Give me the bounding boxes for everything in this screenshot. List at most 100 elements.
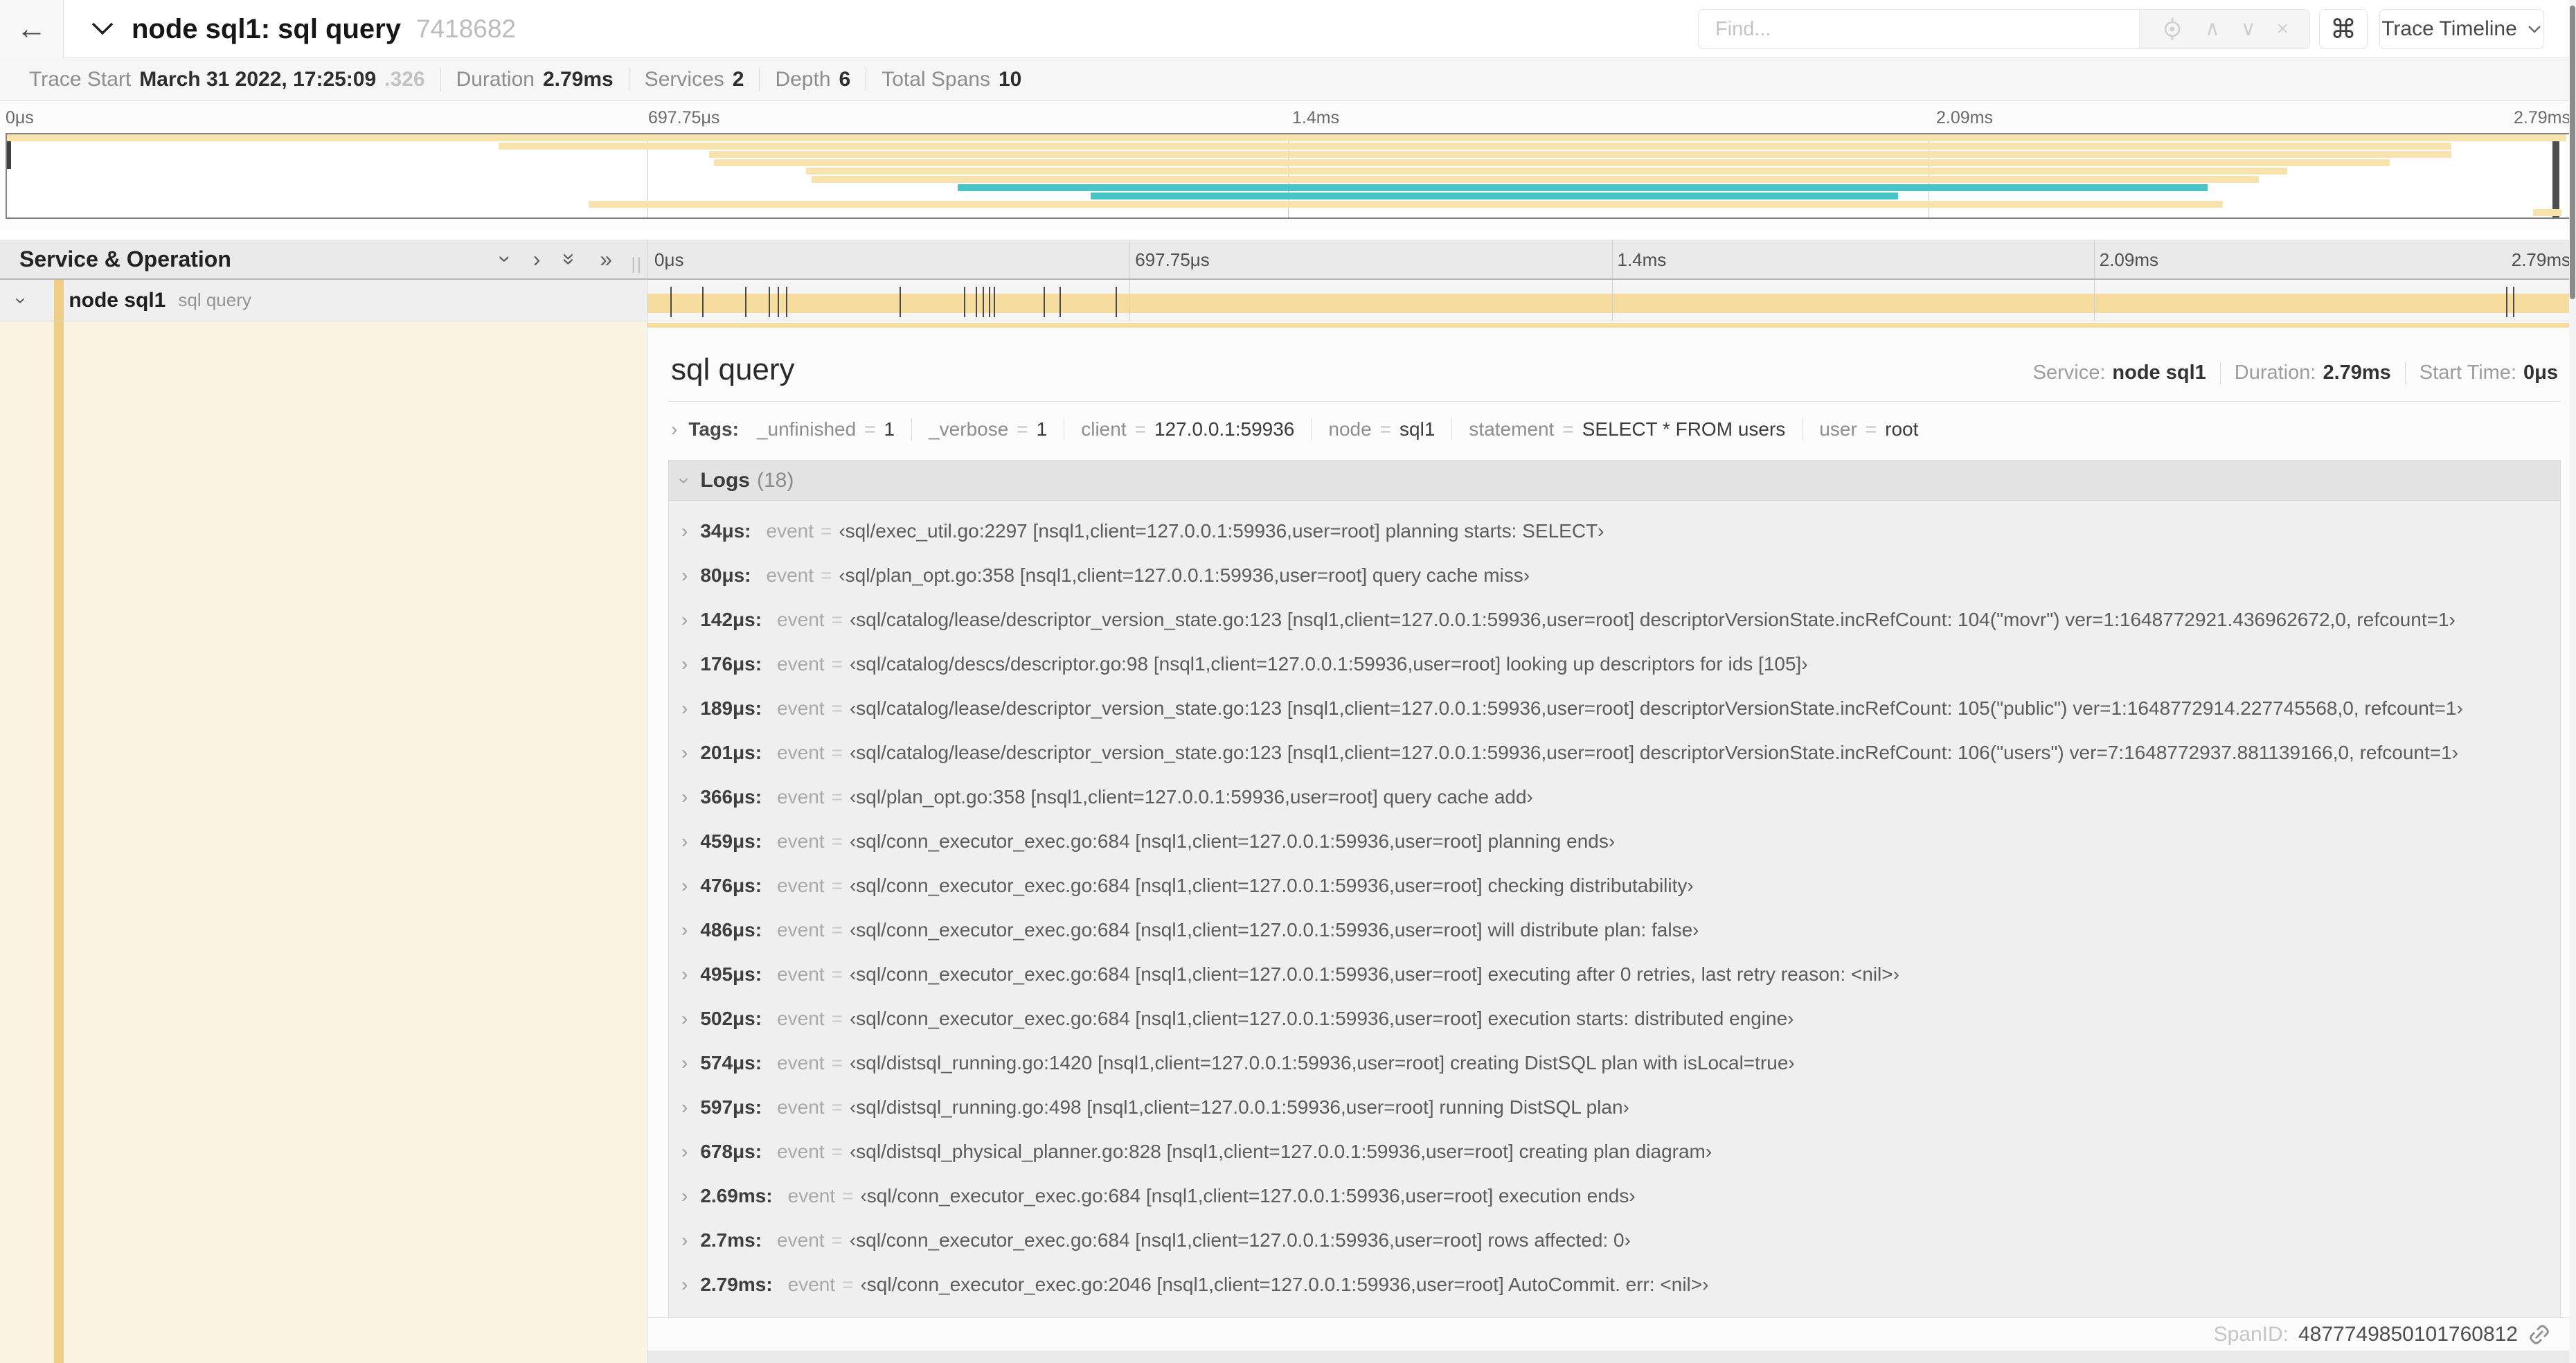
log-row[interactable]: › 2.7ms: event = ‹sql/conn_executor_exec.go:… (669, 1218, 2560, 1263)
log-row[interactable]: › 574μs: event = ‹sql/distsql_running.go:142… (669, 1041, 2560, 1085)
log-marker-tick[interactable] (989, 287, 991, 317)
expand-one-icon[interactable]: › (533, 248, 541, 270)
log-row[interactable]: › 176μs: event = ‹sql/catalog/descs/descript… (669, 642, 2560, 686)
log-equals: = (831, 963, 843, 985)
log-field-key: event (777, 1141, 825, 1162)
log-timestamp: 476μs: (700, 875, 762, 896)
tag-value: root (1885, 418, 1919, 440)
span-collapse-chevron-icon[interactable]: › (10, 297, 33, 303)
log-row[interactable]: › 597μs: event = ‹sql/distsql_running.go:498… (669, 1085, 2560, 1130)
locate-icon[interactable] (2161, 17, 2184, 41)
tags-accordion[interactable]: › Tags: _unfinished = 1 _verbose = 1 client = 12… (668, 402, 2561, 454)
log-row[interactable]: › 189μs: event = ‹sql/catalog/lease/descript… (669, 686, 2560, 731)
log-marker-tick[interactable] (994, 287, 996, 317)
log-marker-tick[interactable] (2513, 287, 2515, 317)
tag-item: client = 127.0.0.1:59936 (1064, 418, 1294, 440)
tag-equals: = (1134, 418, 1146, 440)
log-marker-tick[interactable] (785, 287, 787, 317)
scrollbar-thumb[interactable] (2570, 6, 2575, 299)
minimap-canvas[interactable] (6, 133, 2570, 219)
tag-value: sql1 (1399, 418, 1435, 440)
trace-summary-bar: Trace Start March 31 2022, 17:25:09 .326 Du… (0, 58, 2576, 101)
log-field-key: event (787, 1274, 836, 1295)
trace-view-selector[interactable]: Trace Timeline (2379, 9, 2544, 49)
span-row-timeline-cell[interactable] (647, 280, 2576, 321)
clear-find-icon[interactable]: × (2277, 19, 2289, 39)
log-field-value: ‹sql/exec_util.go:2297 [nsql1,client=127… (839, 520, 1604, 542)
collapse-trace-chevron-icon[interactable] (89, 19, 116, 39)
tags-chevron-icon: › (671, 418, 678, 440)
log-marker-tick[interactable] (2506, 287, 2508, 317)
summary-label: Duration (456, 67, 535, 91)
log-marker-tick[interactable] (983, 287, 985, 317)
minimap-right-drag-handle[interactable] (2552, 134, 2559, 217)
log-field-value: ‹sql/distsql_running.go:1420 [nsql1,clie… (849, 1052, 1795, 1074)
tag-item: node = sql1 (1311, 418, 1435, 440)
summary-item: Services 2 (628, 67, 760, 91)
summary-label: Services (644, 67, 724, 91)
log-equals: = (831, 919, 843, 941)
log-equals: = (831, 875, 843, 896)
minimap-tick-label: 2.79ms (2514, 108, 2570, 127)
tag-item: _unfinished = 1 (757, 418, 895, 440)
detail-meta-value: 0μs (2523, 362, 2558, 384)
log-row[interactable]: › 678μs: event = ‹sql/distsql_physical_plann… (669, 1130, 2560, 1174)
tag-key: user (1819, 418, 1857, 440)
log-chevron-icon: › (681, 963, 688, 985)
log-equals: = (831, 1229, 843, 1251)
log-field-key: event (777, 697, 825, 719)
log-marker-tick[interactable] (964, 287, 966, 317)
log-row[interactable]: › 486μs: event = ‹sql/conn_executor_exec.go:… (669, 908, 2560, 952)
log-marker-tick[interactable] (1043, 287, 1045, 317)
summary-item: Duration 2.79ms (440, 67, 629, 91)
log-row[interactable]: › 34μs: event = ‹sql/exec_util.go:2297 [nsql… (669, 509, 2560, 553)
log-marker-tick[interactable] (768, 287, 770, 317)
collapse-all-icon[interactable]: » (557, 253, 582, 265)
log-row[interactable]: › 366μs: event = ‹sql/plan_opt.go:358 [nsql1… (669, 775, 2560, 819)
log-marker-tick[interactable] (976, 287, 978, 317)
expand-all-icon[interactable]: » (600, 248, 612, 270)
log-field-value: ‹sql/catalog/lease/descriptor_version_st… (849, 609, 2456, 630)
log-row[interactable]: › 2.69ms: event = ‹sql/conn_executor_exec.go… (669, 1174, 2560, 1218)
log-row[interactable]: › 2.79ms: event = ‹sql/conn_executor_exec.go… (669, 1263, 2560, 1307)
log-field-key: event (777, 1052, 825, 1074)
detail-meta-item: Duration: 2.79ms (2219, 362, 2391, 384)
log-marker-tick[interactable] (701, 287, 704, 317)
log-marker-tick[interactable] (1059, 287, 1061, 317)
log-row[interactable]: › 495μs: event = ‹sql/conn_executor_exec.go:… (669, 952, 2560, 997)
span-row-name-cell[interactable]: › node sql1 sql query (0, 280, 647, 321)
summary-item: Trace Start March 31 2022, 17:25:09 .326 (14, 68, 440, 91)
log-field-value: ‹sql/conn_executor_exec.go:684 [nsql1,cl… (849, 875, 1694, 896)
prev-result-icon[interactable]: ∧ (2205, 19, 2220, 39)
back-button[interactable]: ← (0, 0, 64, 58)
log-marker-tick[interactable] (900, 287, 902, 317)
log-marker-tick[interactable] (670, 287, 672, 317)
link-icon[interactable] (2528, 1323, 2551, 1346)
log-row[interactable]: › 502μs: event = ‹sql/conn_executor_exec.go:… (669, 997, 2560, 1041)
log-equals: = (831, 653, 843, 675)
next-result-icon[interactable]: ∨ (2241, 19, 2256, 39)
log-row[interactable]: › 142μs: event = ‹sql/catalog/lease/descript… (669, 598, 2560, 642)
detail-meta-item: Start Time: 0μs (2404, 362, 2558, 384)
tag-key: node (1328, 418, 1372, 440)
minimap-span-bar (2533, 209, 2561, 216)
collapse-one-icon[interactable]: › (493, 256, 518, 263)
log-timestamp: 486μs: (700, 919, 762, 941)
log-timestamp: 459μs: (700, 830, 762, 852)
keyboard-shortcuts-button[interactable]: ⌘ (2319, 9, 2368, 49)
log-marker-tick[interactable] (744, 287, 746, 317)
chevron-down-icon (2528, 26, 2541, 33)
log-marker-tick[interactable] (777, 287, 779, 317)
command-icon: ⌘ (2330, 15, 2356, 44)
logs-header[interactable]: › Logs (18) (669, 461, 2560, 501)
log-field-key: event (777, 786, 825, 808)
tag-equals: = (1562, 418, 1574, 440)
log-marker-tick[interactable] (1115, 287, 1117, 317)
find-input[interactable] (1699, 10, 2139, 48)
column-resize-grip[interactable]: || (632, 255, 643, 274)
log-row[interactable]: › 201μs: event = ‹sql/catalog/lease/descript… (669, 731, 2560, 775)
span-id-label: SpanID: (2213, 1322, 2289, 1346)
log-row[interactable]: › 459μs: event = ‹sql/conn_executor_exec.go:… (669, 819, 2560, 864)
log-row[interactable]: › 476μs: event = ‹sql/conn_executor_exec.go:… (669, 864, 2560, 908)
log-row[interactable]: › 80μs: event = ‹sql/plan_opt.go:358 [nsql1,… (669, 553, 2560, 598)
